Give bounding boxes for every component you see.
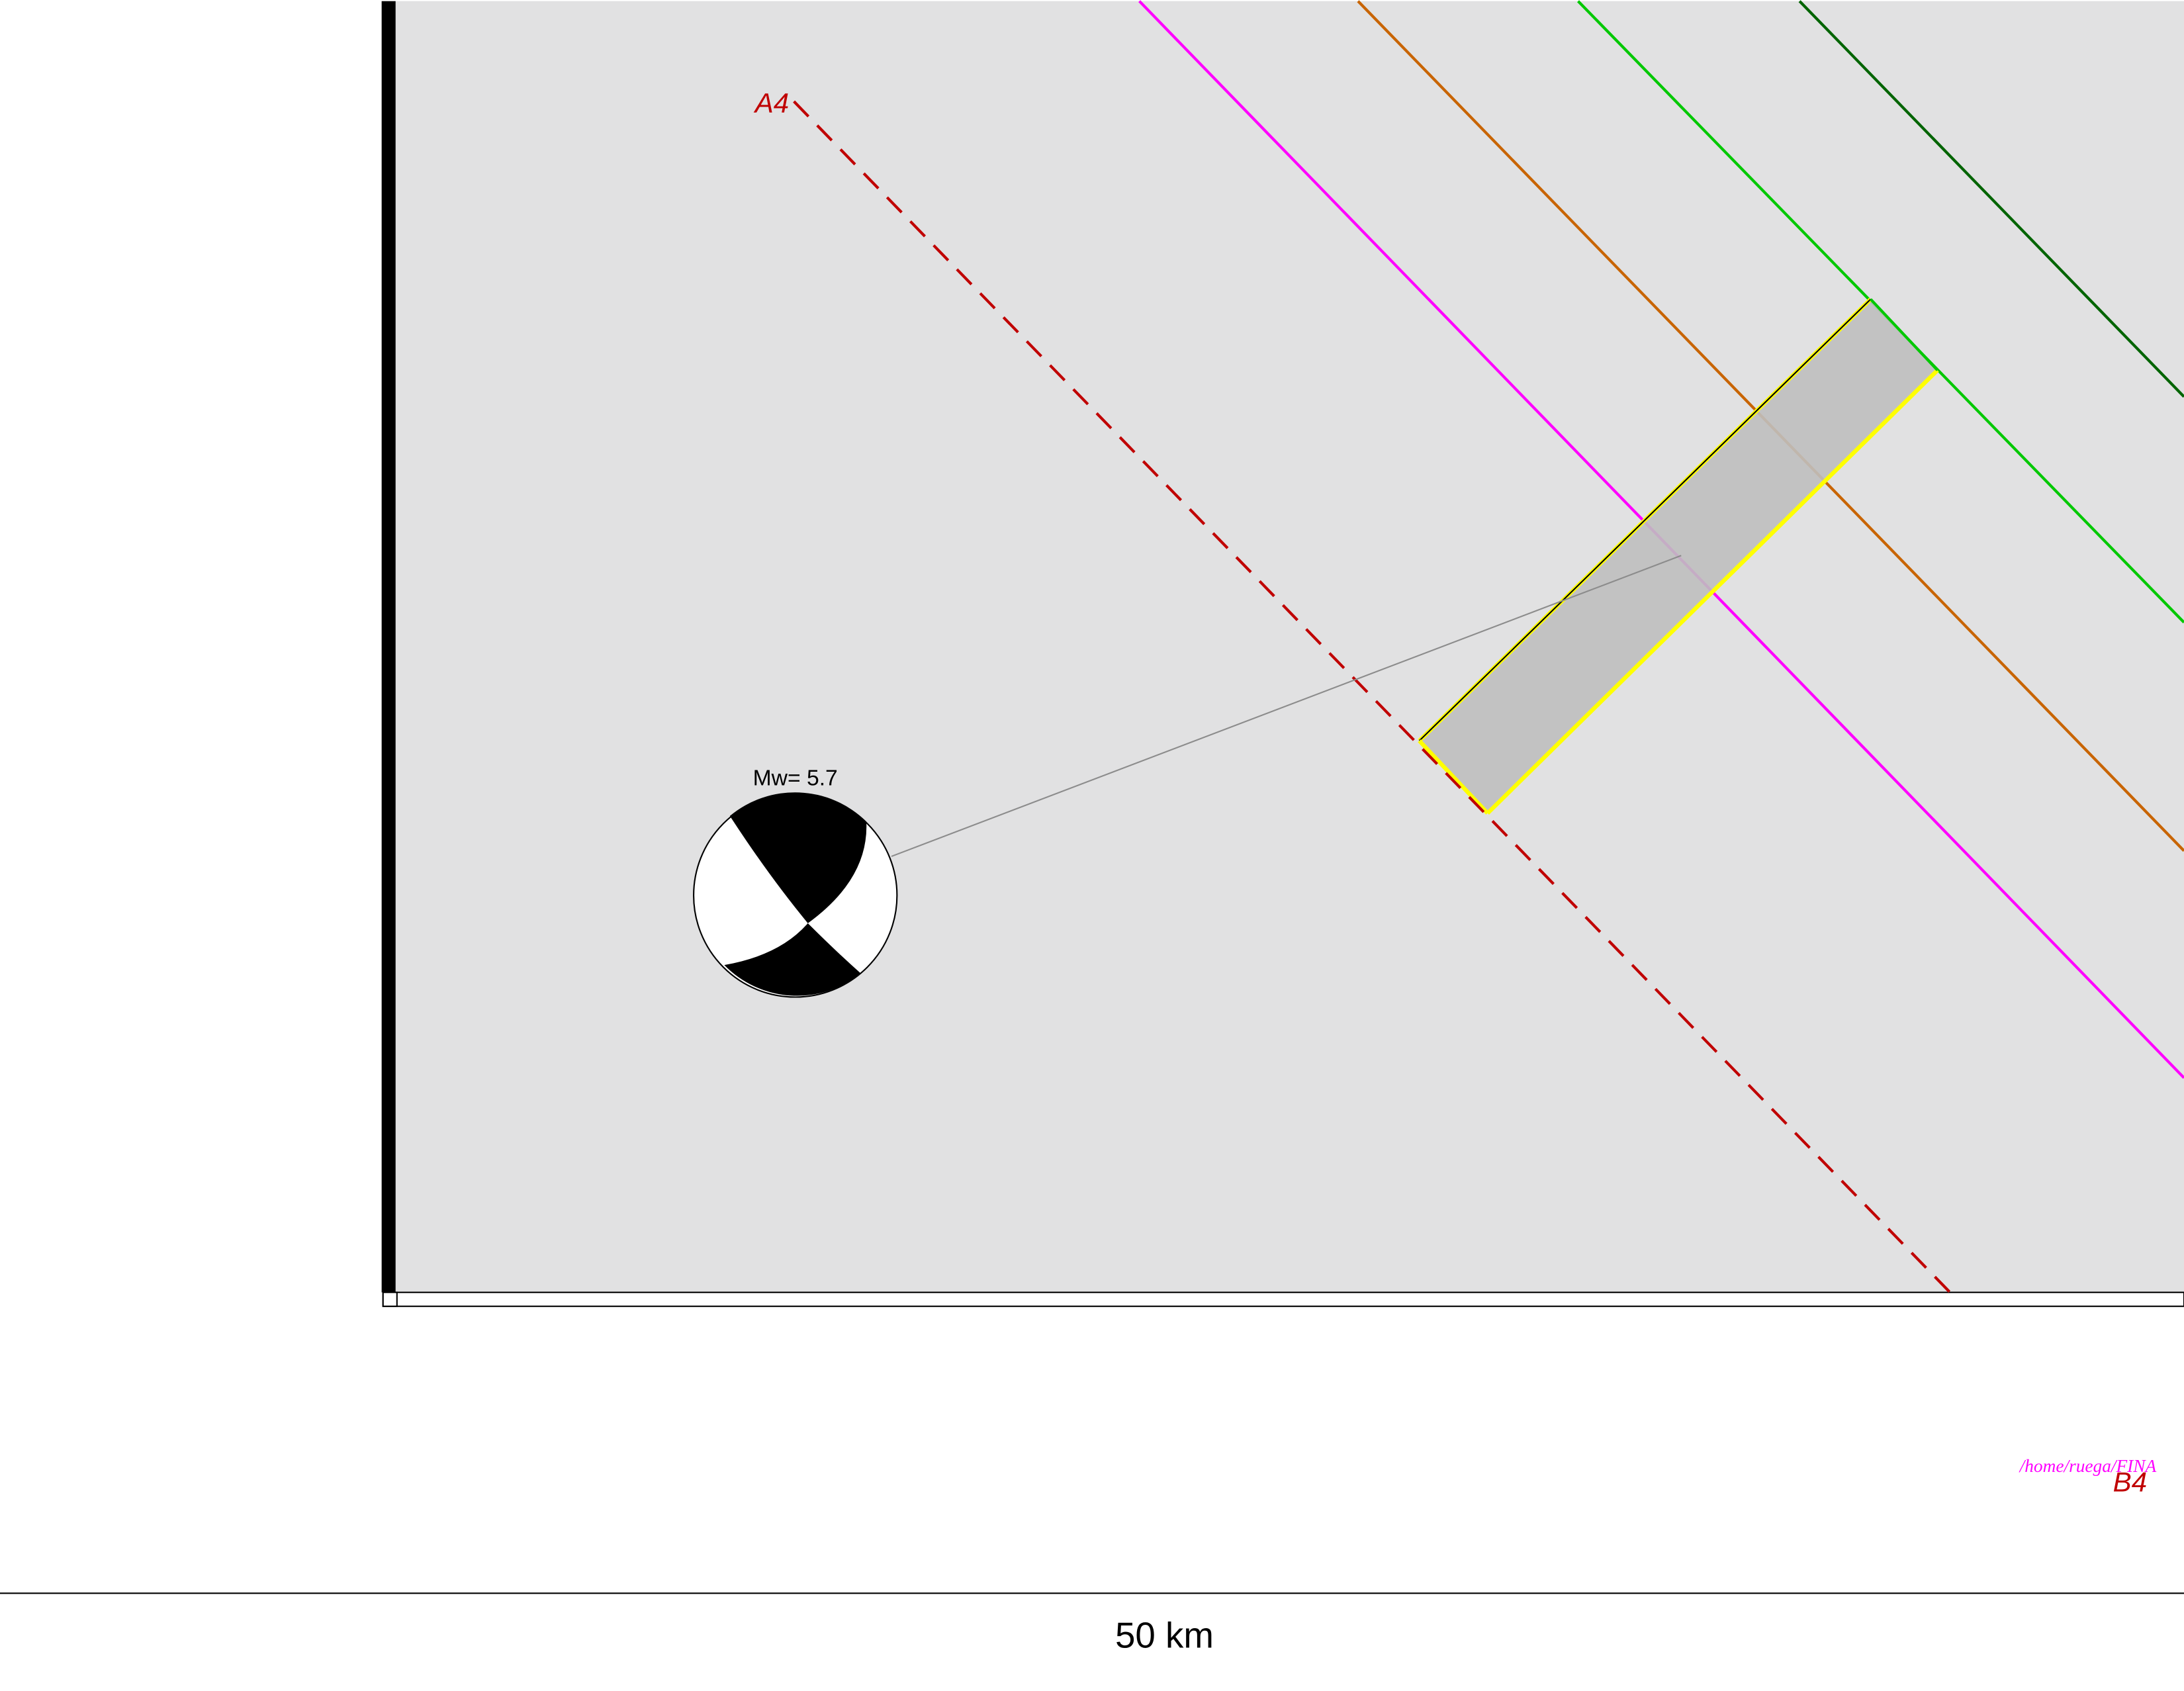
map-frame-left	[381, 1, 396, 1293]
map-frame-corner	[382, 1291, 398, 1307]
map-background	[394, 1, 2184, 1293]
scale-label: 50 km	[1115, 1614, 1214, 1655]
magnitude-label: Mw= 5.7	[753, 766, 838, 791]
map-canvas: Mw= 5.7 A4 B4 /home/ruega/FINA 50 km	[0, 0, 2184, 1655]
focal-mechanism-beachball	[693, 792, 898, 998]
profile-start-label: A4	[753, 87, 789, 118]
map-figure: Mw= 5.7 A4 B4 /home/ruega/FINA 50 km	[0, 0, 2184, 1688]
map-frame-bottom	[382, 1291, 2184, 1307]
file-path-label: /home/ruega/FINA	[2019, 1456, 2157, 1476]
